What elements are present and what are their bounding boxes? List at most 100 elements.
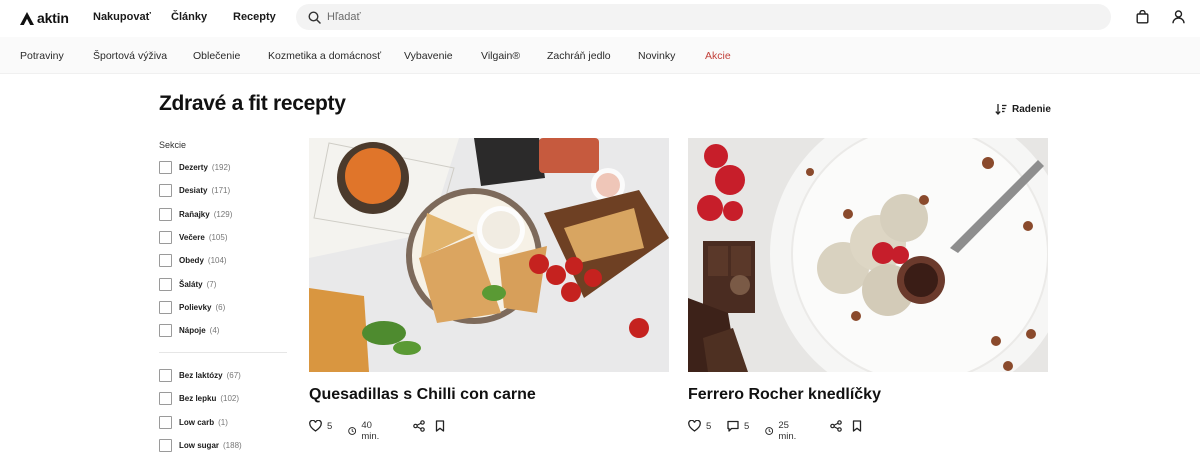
filter-label: Low carb	[179, 417, 215, 427]
sidebar-divider	[159, 352, 287, 353]
filter-drinks[interactable]: Nápoje (4)	[159, 323, 219, 337]
filter-snacks[interactable]: Desiaty (171)	[159, 183, 230, 197]
filter-gluten-free[interactable]: Bez lepku (102)	[159, 391, 239, 405]
bookmark-button[interactable]	[435, 420, 445, 432]
comments-button[interactable]: 5	[727, 420, 749, 432]
filter-count: (67)	[226, 370, 241, 380]
sections-title: Sekcie	[159, 140, 187, 150]
checkbox[interactable]	[159, 415, 172, 429]
filter-label: Večere	[179, 232, 205, 242]
filter-label: Šaláty	[179, 279, 203, 289]
checkbox[interactable]	[159, 160, 172, 174]
filter-dinners[interactable]: Večere (105)	[159, 230, 228, 244]
like-count: 5	[327, 420, 333, 432]
comment-icon	[727, 420, 739, 432]
search-bar[interactable]	[296, 4, 1111, 30]
filter-count: (7)	[206, 279, 217, 289]
filter-low-sugar[interactable]: Low sugar (188)	[159, 438, 242, 452]
filter-count: (1)	[218, 417, 228, 427]
filter-label: Bez lepku	[179, 393, 217, 403]
checkbox[interactable]	[159, 300, 172, 314]
checkbox[interactable]	[159, 391, 172, 405]
filter-count: (171)	[211, 185, 231, 195]
logo[interactable]: aktin	[20, 9, 69, 27]
recipe-card[interactable]: Ferrero Rocher knedlíčky 5 5 25 min.	[688, 138, 1048, 442]
category-clothing[interactable]: Oblečenie	[193, 50, 240, 62]
filter-count: (4)	[209, 325, 220, 335]
filter-count: (192)	[211, 162, 231, 172]
search-icon	[308, 10, 321, 24]
checkbox[interactable]	[159, 277, 172, 291]
logo-text: aktin	[37, 10, 69, 26]
category-equipment[interactable]: Vybavenie	[404, 50, 453, 62]
quesadillas-photo	[309, 138, 669, 372]
bookmark-button[interactable]	[852, 420, 862, 432]
checkbox[interactable]	[159, 230, 172, 244]
recipe-card[interactable]: Quesadillas s Chilli con carne 5 40 min.	[309, 138, 669, 442]
filter-breakfasts[interactable]: Raňajky (129)	[159, 207, 232, 221]
search-input[interactable]	[327, 11, 1027, 23]
category-save-food[interactable]: Zachráň jedlo	[547, 50, 611, 62]
category-groceries[interactable]: Potraviny	[20, 50, 64, 62]
recipe-image[interactable]	[309, 138, 669, 372]
category-sale[interactable]: Akcie	[705, 50, 731, 62]
checkbox[interactable]	[159, 368, 172, 382]
account-button[interactable]	[1172, 10, 1185, 29]
heart-icon	[688, 420, 701, 432]
filter-count: (105)	[208, 232, 228, 242]
filter-count: (102)	[220, 393, 240, 403]
share-button[interactable]	[413, 420, 425, 432]
filter-label: Bez laktózy	[179, 370, 223, 380]
category-bar: Potraviny Športová výživa Oblečenie Kozm…	[0, 37, 1200, 74]
filter-desserts[interactable]: Dezerty (192)	[159, 160, 231, 174]
checkbox[interactable]	[159, 183, 172, 197]
share-button[interactable]	[830, 420, 842, 432]
sort-button[interactable]: Radenie	[995, 103, 1051, 115]
like-button[interactable]: 5	[309, 420, 332, 432]
checkbox[interactable]	[159, 207, 172, 221]
recipe-title[interactable]: Quesadillas s Chilli con carne	[309, 386, 536, 404]
category-cosmetics-household[interactable]: Kozmetika a domácnosť	[268, 50, 381, 62]
prep-time: 40 min.	[348, 420, 383, 442]
like-count: 5	[706, 420, 712, 432]
filter-label: Desiaty	[179, 185, 208, 195]
nav-recipes[interactable]: Recepty	[233, 11, 276, 23]
like-button[interactable]: 5	[688, 420, 711, 432]
filter-label: Low sugar	[179, 440, 220, 450]
nav-shop[interactable]: Nakupovať	[93, 11, 151, 23]
filter-soups[interactable]: Polievky (6)	[159, 300, 225, 314]
filter-lunches[interactable]: Obedy (104)	[159, 253, 227, 267]
filter-label: Obedy	[179, 255, 204, 265]
filter-label: Dezerty	[179, 162, 208, 172]
filter-count: (104)	[207, 255, 227, 265]
filter-low-carb[interactable]: Low carb (1)	[159, 415, 228, 429]
category-vilgain[interactable]: Vilgain®	[481, 50, 520, 62]
clock-icon	[348, 427, 357, 435]
ferrero-dumplings-photo	[688, 138, 1048, 372]
filter-count: (6)	[215, 302, 226, 312]
clock-icon	[765, 427, 774, 435]
time-label: 25 min.	[778, 420, 797, 442]
checkbox[interactable]	[159, 253, 172, 267]
category-new[interactable]: Novinky	[638, 50, 675, 62]
bookmark-icon	[435, 420, 445, 432]
filter-salads[interactable]: Šaláty (7)	[159, 277, 216, 291]
comment-count: 5	[744, 420, 750, 432]
page-title: Zdravé a fit recepty	[159, 92, 346, 115]
shopping-bag-icon	[1136, 9, 1149, 24]
recipe-image[interactable]	[688, 138, 1048, 372]
sort-label: Radenie	[1012, 103, 1051, 115]
cart-button[interactable]	[1136, 9, 1149, 29]
nav-articles[interactable]: Články	[171, 11, 207, 23]
category-sports-nutrition[interactable]: Športová výživa	[93, 50, 167, 62]
prep-time: 25 min.	[765, 420, 800, 442]
checkbox[interactable]	[159, 323, 172, 337]
filter-count: (129)	[213, 209, 233, 219]
filter-label: Polievky	[179, 302, 212, 312]
filter-lactose-free[interactable]: Bez laktózy (67)	[159, 368, 241, 382]
checkbox[interactable]	[159, 438, 172, 452]
bookmark-icon	[852, 420, 862, 432]
share-icon	[830, 420, 842, 432]
filter-label: Nápoje	[179, 325, 206, 335]
recipe-title[interactable]: Ferrero Rocher knedlíčky	[688, 386, 881, 404]
